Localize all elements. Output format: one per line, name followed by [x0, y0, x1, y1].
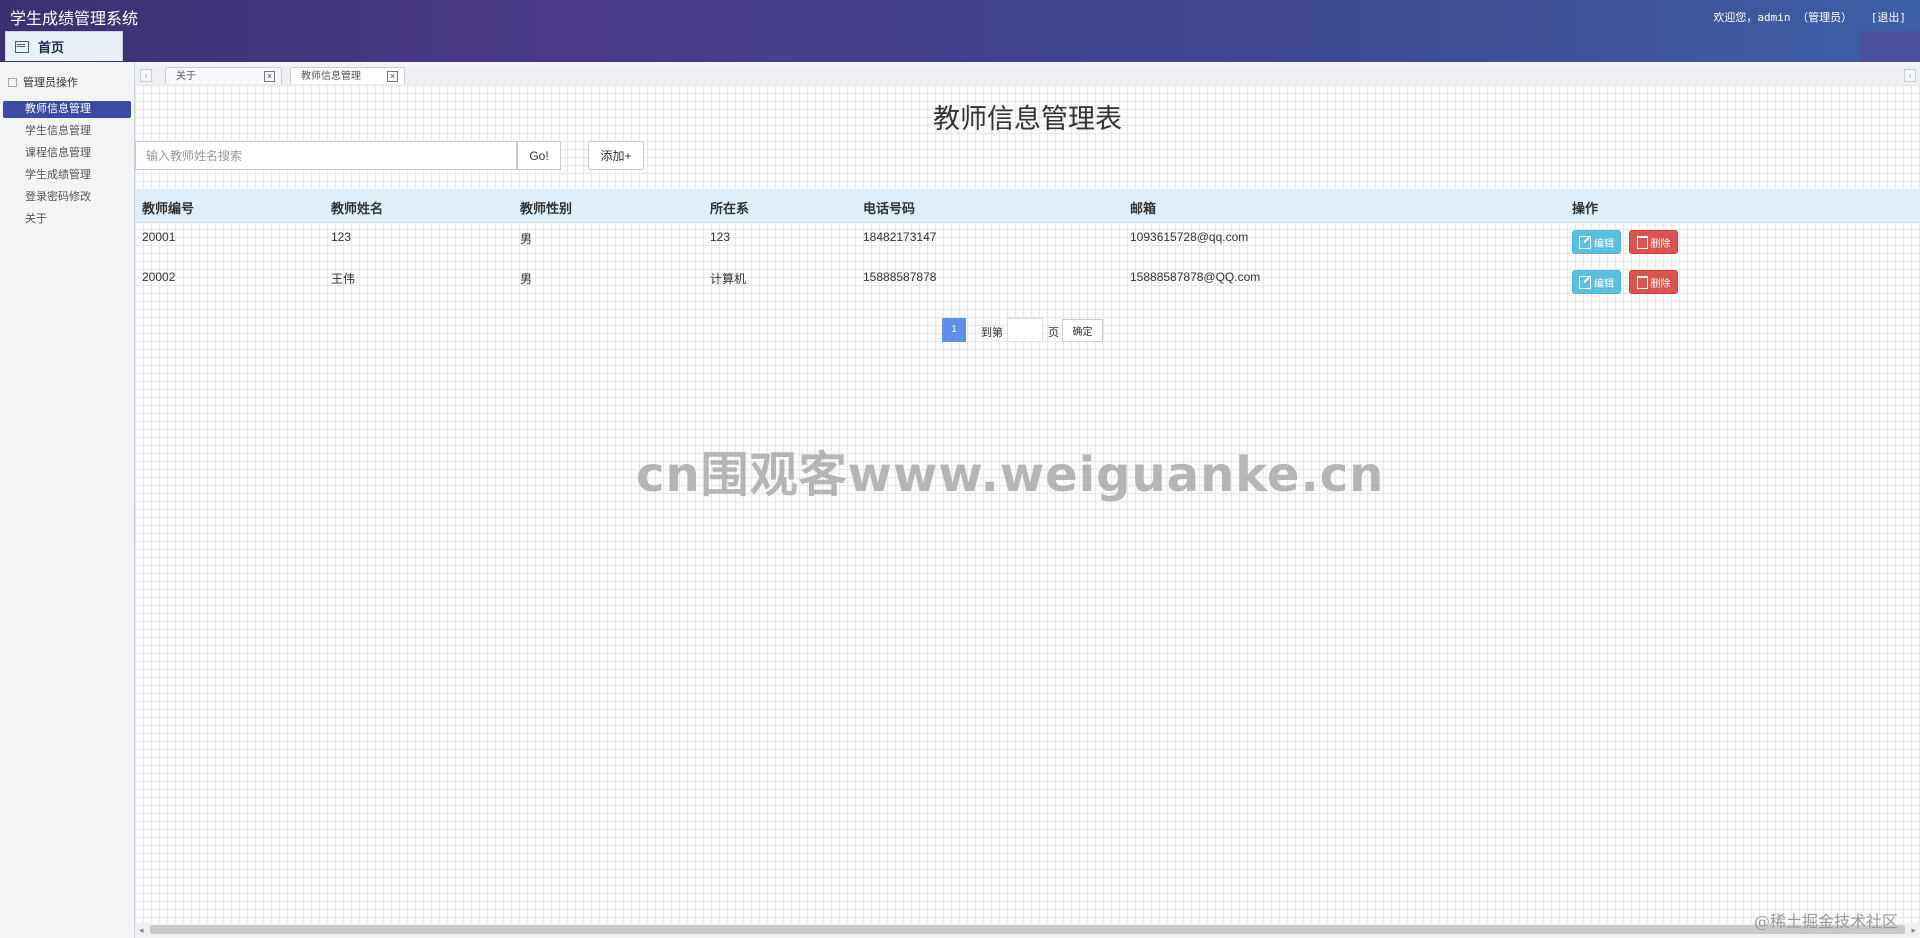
trash-icon: [1636, 275, 1648, 289]
sidebar-item-teacher-info[interactable]: 教师信息管理: [3, 101, 131, 118]
delete-button[interactable]: 删除: [1629, 230, 1678, 254]
tab-close-icon[interactable]: ×: [264, 71, 275, 82]
column-header: 教师性别: [520, 201, 573, 216]
cell-phone: 15888587878: [863, 270, 937, 284]
column-header: 操作: [1572, 201, 1599, 216]
sidebar-group-header[interactable]: 管理员操作: [8, 74, 78, 90]
add-teacher-button[interactable]: 添加+: [588, 141, 644, 170]
cell-teacher-id: 20001: [142, 230, 176, 244]
teacher-search-input[interactable]: [135, 141, 517, 170]
top-banner: 学生成绩管理系统 欢迎您，admin （管理员） [退出] 首页: [0, 0, 1920, 62]
goto-page-input[interactable]: [1007, 318, 1043, 342]
cell-teacher-id: 20002: [142, 270, 176, 284]
sidebar-item-course-info[interactable]: 课程信息管理: [3, 145, 131, 162]
table-row: 20002 王伟 男 计算机 15888587878 15888587878@Q…: [135, 263, 1920, 301]
page-number-current[interactable]: 1: [942, 318, 966, 342]
edit-icon: [1579, 235, 1591, 249]
column-header: 教师姓名: [331, 201, 384, 216]
column-header: 电话号码: [863, 201, 916, 216]
logout-link[interactable]: [退出]: [1871, 11, 1906, 24]
collapse-box-icon: [8, 77, 17, 87]
tabs-scroll-right-icon[interactable]: ›: [1904, 69, 1916, 82]
tab-teacher-info[interactable]: 教师信息管理 ×: [290, 67, 405, 84]
tabs-bar: ‹ 关于 × 教师信息管理 × ›: [135, 66, 1920, 86]
home-tab-label: 首页: [38, 40, 65, 55]
welcome-text: 欢迎您，admin （管理员）: [1713, 11, 1853, 24]
tabs-scroll-left-icon[interactable]: ‹: [140, 69, 152, 82]
cell-teacher-name: 王伟: [331, 272, 356, 286]
tab-teacher-info-label: 教师信息管理: [301, 71, 361, 82]
edit-label: 编辑: [1594, 238, 1614, 250]
column-header: 邮箱: [1130, 201, 1157, 216]
cell-email: 1093615728@qq.com: [1130, 230, 1249, 244]
tab-about-label: 关于: [176, 71, 196, 82]
table-row: 20001 123 男 123 18482173147 1093615728@q…: [135, 223, 1920, 261]
delete-label: 删除: [1650, 238, 1671, 250]
pagination: 1 到第 页 确定: [135, 318, 1920, 344]
trash-icon: [1636, 235, 1648, 249]
banner-right-strip: [1860, 31, 1920, 62]
delete-button[interactable]: 删除: [1629, 270, 1678, 294]
goto-confirm-button[interactable]: 确定: [1062, 319, 1103, 342]
sidebar: 管理员操作 教师信息管理 学生信息管理 课程信息管理 学生成绩管理 登录密码修改…: [0, 62, 135, 938]
sidebar-group-title: 管理员操作: [23, 77, 78, 89]
table-header: 教师编号 教师姓名 教师性别 所在系 电话号码 邮箱 操作: [135, 189, 1920, 223]
cell-teacher-name: 123: [331, 230, 352, 244]
scroll-right-icon[interactable]: ▸: [1911, 925, 1916, 936]
site-watermark: cn围观客www.weiguanke.cn: [636, 447, 1385, 503]
column-header: 所在系: [710, 201, 750, 216]
sidebar-item-about[interactable]: 关于: [3, 211, 131, 228]
corner-watermark: @稀土掘金技术社区: [1753, 912, 1898, 931]
cell-department: 计算机: [710, 272, 747, 286]
user-welcome: 欢迎您，admin （管理员） [退出]: [1713, 9, 1906, 25]
delete-label: 删除: [1650, 278, 1671, 290]
home-page-icon: [15, 40, 29, 53]
page-unit-label: 页: [1048, 327, 1059, 339]
cell-phone: 18482173147: [863, 230, 937, 244]
sidebar-item-student-grades[interactable]: 学生成绩管理: [3, 167, 131, 184]
scroll-left-icon[interactable]: ◂: [139, 925, 144, 936]
scrollbar-thumb[interactable]: [150, 925, 1905, 934]
edit-button[interactable]: 编辑: [1572, 230, 1621, 254]
edit-button[interactable]: 编辑: [1572, 270, 1621, 294]
cell-teacher-gender: 男: [520, 232, 533, 246]
app-title: 学生成绩管理系统: [10, 11, 139, 28]
sidebar-item-student-info[interactable]: 学生信息管理: [3, 123, 131, 140]
horizontal-scrollbar[interactable]: ◂ ▸: [135, 923, 1920, 936]
sidebar-item-change-password[interactable]: 登录密码修改: [3, 189, 131, 206]
cell-email: 15888587878@QQ.com: [1130, 270, 1261, 284]
home-tab[interactable]: 首页: [5, 31, 123, 61]
cell-teacher-gender: 男: [520, 272, 533, 286]
column-header: 教师编号: [142, 201, 195, 216]
tab-about[interactable]: 关于 ×: [165, 67, 282, 84]
tab-close-icon[interactable]: ×: [387, 71, 398, 82]
page-title: 教师信息管理表: [933, 104, 1122, 134]
edit-label: 编辑: [1594, 278, 1614, 290]
goto-label: 到第: [981, 327, 1003, 339]
cell-department: 123: [710, 230, 731, 244]
edit-icon: [1579, 275, 1591, 289]
search-go-button[interactable]: Go!: [517, 141, 561, 170]
